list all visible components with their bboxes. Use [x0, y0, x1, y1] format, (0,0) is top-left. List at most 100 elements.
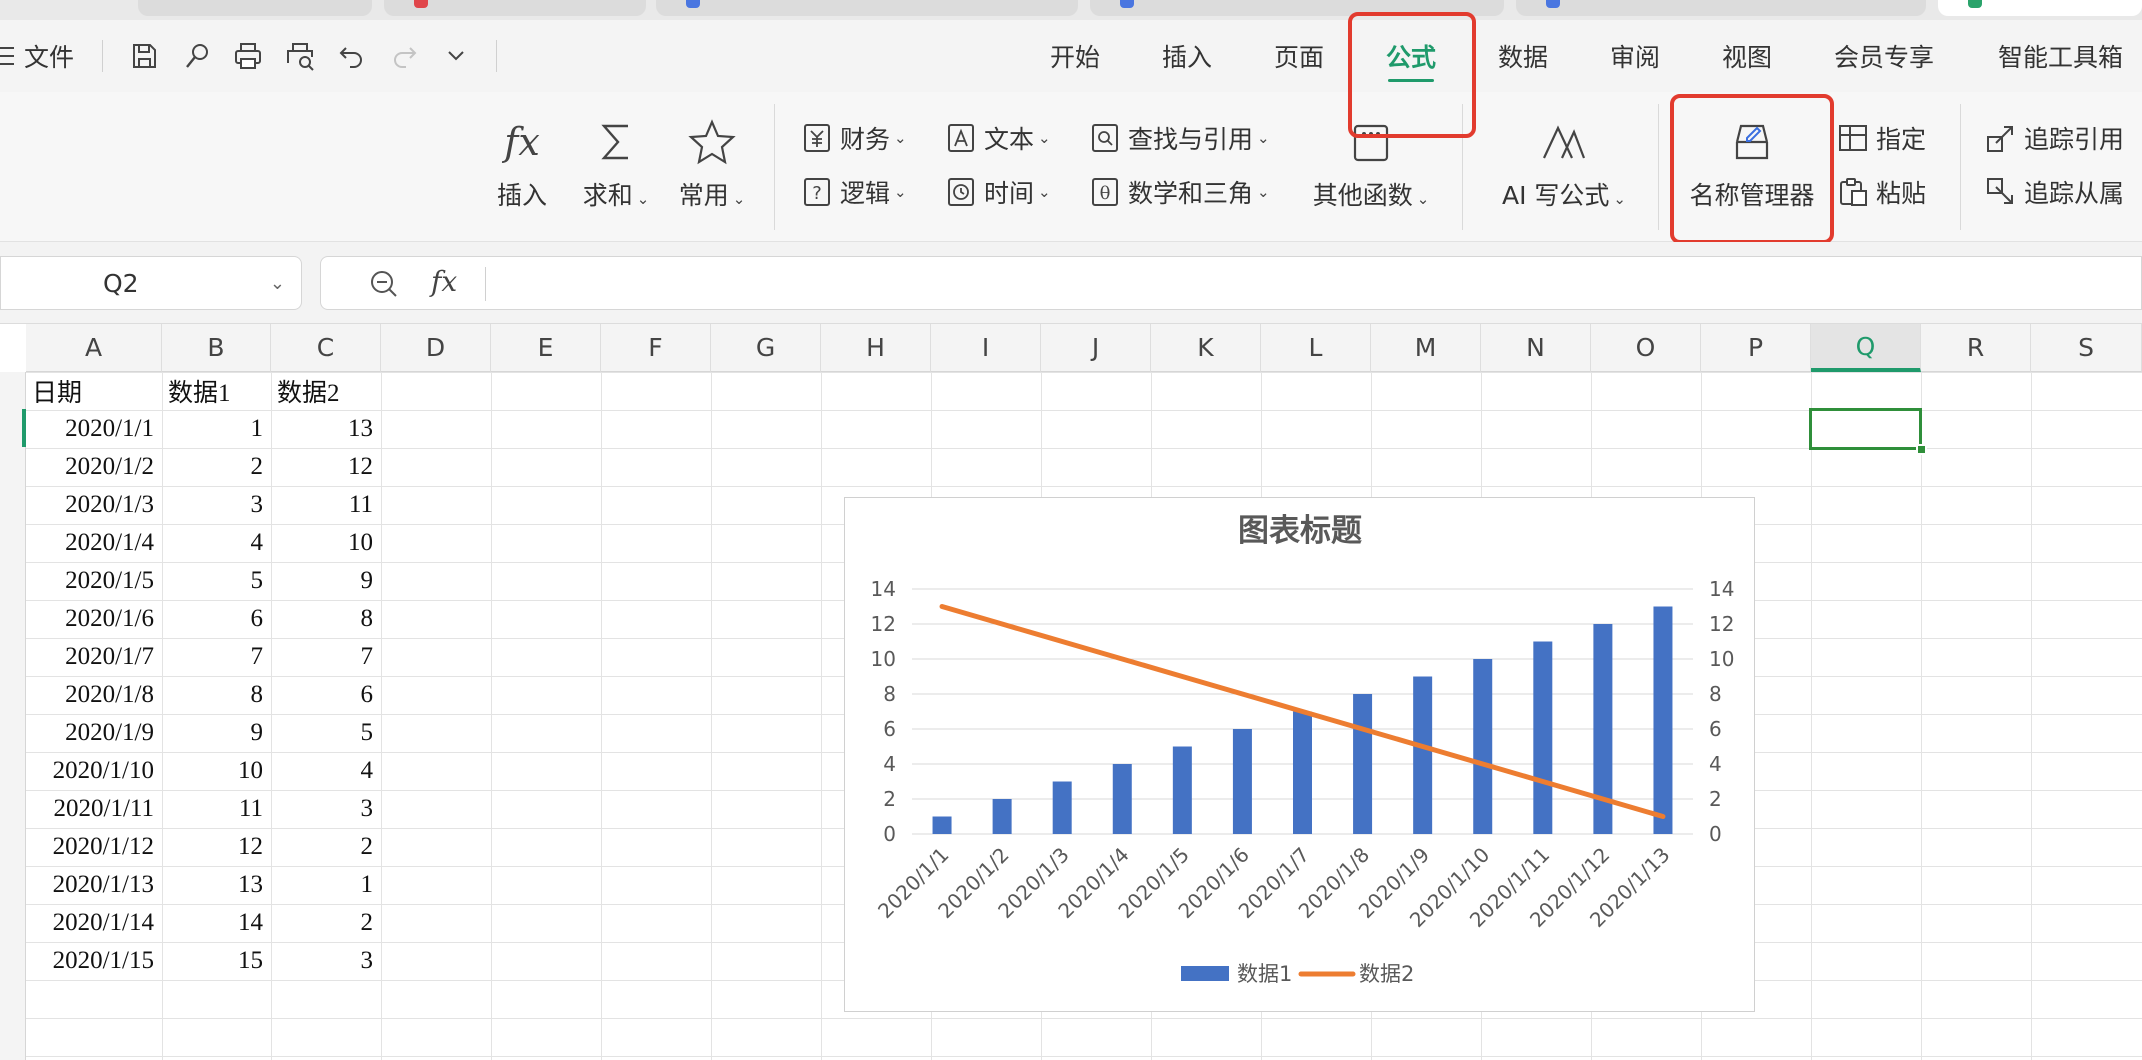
- cell-c2[interactable]: 13: [271, 410, 381, 448]
- column-header-l[interactable]: L: [1261, 324, 1371, 372]
- ai-formula-button[interactable]: AI 写公式 ⌄: [1494, 114, 1634, 212]
- cell-c1[interactable]: 数据2: [271, 372, 381, 410]
- cell-a15[interactable]: 2020/1/14: [26, 904, 162, 942]
- window-tab[interactable]: [138, 0, 372, 16]
- bar-2020/1/4[interactable]: [1112, 764, 1132, 834]
- cell-b10[interactable]: 9: [162, 714, 271, 752]
- file-menu[interactable]: 文件: [0, 38, 74, 74]
- cell-a8[interactable]: 2020/1/7: [26, 638, 162, 676]
- bar-2020/1/1[interactable]: [932, 816, 952, 835]
- save-icon[interactable]: [124, 38, 164, 74]
- cell-c10[interactable]: 5: [271, 714, 381, 752]
- cell-b6[interactable]: 5: [162, 562, 271, 600]
- column-header-s[interactable]: S: [2031, 324, 2142, 372]
- cell-b5[interactable]: 4: [162, 524, 271, 562]
- cell-a3[interactable]: 2020/1/2: [26, 448, 162, 486]
- cell-b15[interactable]: 14: [162, 904, 271, 942]
- bar-2020/1/10[interactable]: [1473, 659, 1493, 834]
- chart-title[interactable]: 图表标题: [1238, 513, 1362, 549]
- cell-c4[interactable]: 11: [271, 486, 381, 524]
- cell-a11[interactable]: 2020/1/10: [26, 752, 162, 790]
- tab-insert[interactable]: 插入: [1162, 36, 1212, 76]
- logic-functions-button[interactable]: ? 逻辑 ⌄: [802, 172, 907, 212]
- cell-a7[interactable]: 2020/1/6: [26, 600, 162, 638]
- cell-a1[interactable]: 日期: [26, 372, 162, 410]
- cell-c3[interactable]: 12: [271, 448, 381, 486]
- define-name-button[interactable]: 指定: [1838, 118, 1926, 158]
- print-preview-icon[interactable]: [280, 38, 320, 74]
- column-header-r[interactable]: R: [1921, 324, 2031, 372]
- tab-data[interactable]: 数据: [1498, 36, 1548, 76]
- finance-functions-button[interactable]: 财务 ⌄: [802, 118, 907, 158]
- column-header-c[interactable]: C: [271, 324, 381, 372]
- cell-b8[interactable]: 7: [162, 638, 271, 676]
- cell-c11[interactable]: 4: [271, 752, 381, 790]
- cell-a9[interactable]: 2020/1/8: [26, 676, 162, 714]
- column-header-d[interactable]: D: [381, 324, 491, 372]
- window-tab[interactable]: [1516, 0, 1926, 16]
- zoom-out-icon[interactable]: [367, 267, 401, 301]
- column-header-a[interactable]: A: [26, 324, 162, 372]
- cell-b4[interactable]: 3: [162, 486, 271, 524]
- math-trig-button[interactable]: θ 数学和三角 ⌄: [1090, 172, 1270, 212]
- legend-label[interactable]: 数据2: [1359, 962, 1414, 986]
- paste-name-button[interactable]: 粘贴: [1838, 172, 1926, 212]
- insert-function-button[interactable]: fx 插入: [494, 114, 550, 212]
- window-tab-active[interactable]: [1938, 0, 2142, 16]
- column-header-b[interactable]: B: [162, 324, 271, 372]
- column-header-m[interactable]: M: [1371, 324, 1481, 372]
- column-header-f[interactable]: F: [601, 324, 711, 372]
- tab-page[interactable]: 页面: [1274, 36, 1324, 76]
- cell-c16[interactable]: 3: [271, 942, 381, 980]
- cell-b16[interactable]: 15: [162, 942, 271, 980]
- bar-2020/1/8[interactable]: [1353, 694, 1373, 834]
- column-header-j[interactable]: J: [1041, 324, 1151, 372]
- cell-a13[interactable]: 2020/1/12: [26, 828, 162, 866]
- cell-b2[interactable]: 1: [162, 410, 271, 448]
- column-header-p[interactable]: P: [1701, 324, 1811, 372]
- window-tab[interactable]: [384, 0, 646, 16]
- combo-chart[interactable]: 图表标题 0 0 2 2 4 4 6 6 8 8 10 10 12 12 14 14 2020/1/1 2020/…: [844, 497, 1755, 1012]
- cell-c13[interactable]: 2: [271, 828, 381, 866]
- column-header-i[interactable]: I: [931, 324, 1041, 372]
- time-functions-button[interactable]: 时间 ⌄: [946, 172, 1051, 212]
- tab-home[interactable]: 开始: [1050, 36, 1100, 76]
- tab-smart-tools[interactable]: 智能工具箱: [1998, 36, 2123, 76]
- column-header-e[interactable]: E: [491, 324, 601, 372]
- undo-icon[interactable]: [332, 38, 372, 74]
- cell-b11[interactable]: 10: [162, 752, 271, 790]
- lookup-reference-button[interactable]: 查找与引用 ⌄: [1090, 118, 1270, 158]
- cell-b14[interactable]: 13: [162, 866, 271, 904]
- trace-dependents-button[interactable]: 追踪从属: [1986, 172, 2124, 212]
- bar-2020/1/3[interactable]: [1052, 781, 1072, 835]
- cell-c8[interactable]: 7: [271, 638, 381, 676]
- tab-member[interactable]: 会员专享: [1834, 36, 1934, 76]
- formula-input[interactable]: fx: [320, 256, 2142, 310]
- cell-a4[interactable]: 2020/1/3: [26, 486, 162, 524]
- tab-review[interactable]: 审阅: [1610, 36, 1660, 76]
- cell-c12[interactable]: 3: [271, 790, 381, 828]
- bar-2020/1/9[interactable]: [1413, 676, 1433, 835]
- column-header-o[interactable]: O: [1591, 324, 1701, 372]
- cell-a14[interactable]: 2020/1/13: [26, 866, 162, 904]
- cell-b12[interactable]: 11: [162, 790, 271, 828]
- column-header-k[interactable]: K: [1151, 324, 1261, 372]
- fx-icon[interactable]: fx: [431, 265, 457, 298]
- column-header-h[interactable]: H: [821, 324, 931, 372]
- cell-a5[interactable]: 2020/1/4: [26, 524, 162, 562]
- cell-b7[interactable]: 6: [162, 600, 271, 638]
- column-header-q[interactable]: Q: [1811, 324, 1921, 372]
- chevron-down-icon[interactable]: ⌄: [270, 273, 285, 294]
- selected-cell[interactable]: [1809, 408, 1927, 455]
- cell-b9[interactable]: 8: [162, 676, 271, 714]
- bar-2020/1/5[interactable]: [1172, 746, 1192, 835]
- cell-a6[interactable]: 2020/1/5: [26, 562, 162, 600]
- cell-a12[interactable]: 2020/1/11: [26, 790, 162, 828]
- autosum-button[interactable]: 求和 ⌄: [576, 114, 656, 212]
- legend-label[interactable]: 数据1: [1237, 962, 1292, 986]
- fill-handle[interactable]: [1916, 444, 1927, 455]
- format-painter-icon[interactable]: [176, 38, 216, 74]
- cell-a16[interactable]: 2020/1/15: [26, 942, 162, 980]
- more-dropdown-icon[interactable]: [436, 38, 476, 74]
- tab-view[interactable]: 视图: [1722, 36, 1772, 76]
